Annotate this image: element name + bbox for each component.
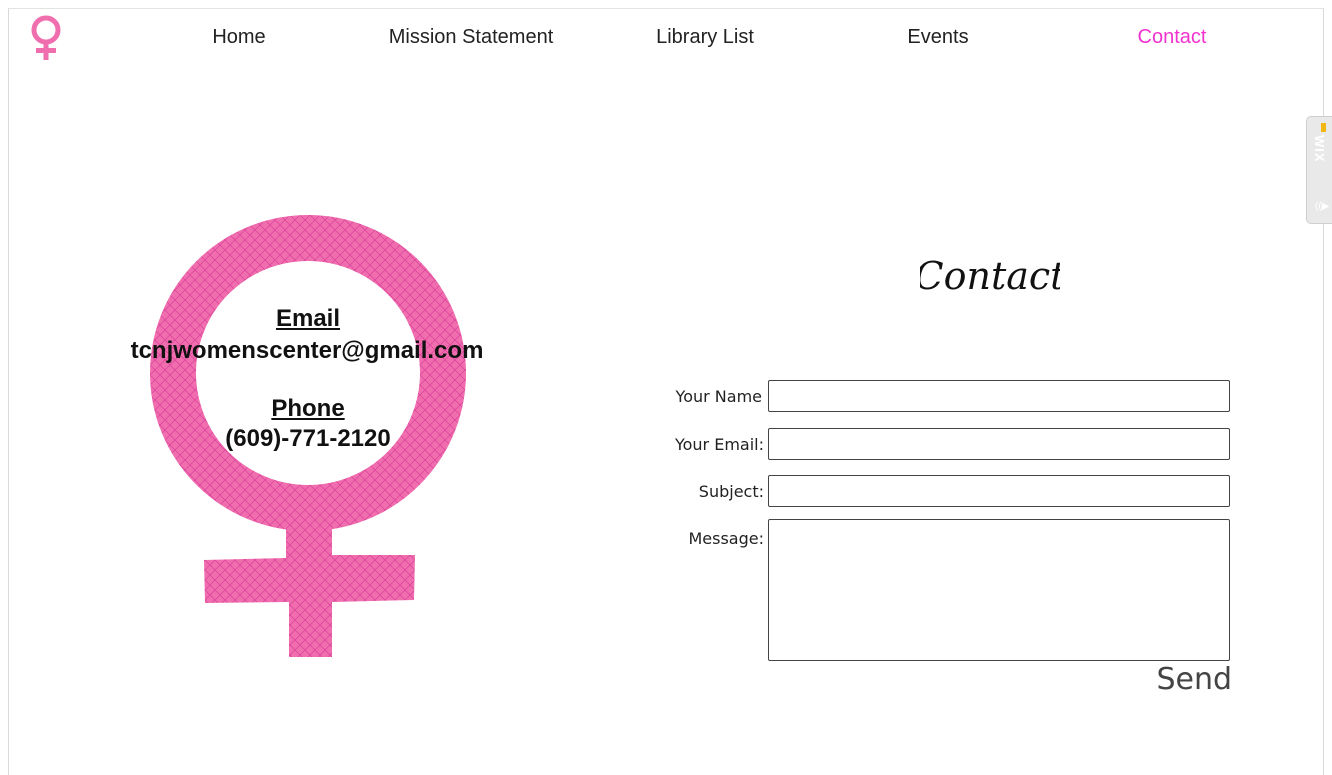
- name-label: Your Name: [675, 387, 762, 406]
- phone-number: (609)-771-2120: [225, 425, 391, 452]
- email-label: Your Email:: [674, 435, 764, 454]
- venus-logo-icon[interactable]: [26, 12, 66, 62]
- svg-text:Contact: Contact: [920, 254, 1060, 298]
- message-label: Message:: [688, 529, 764, 548]
- message-textarea[interactable]: [768, 519, 1230, 661]
- contact-heading: Contact: [920, 254, 1060, 298]
- nav-item-mission-statement[interactable]: Mission Statement: [389, 26, 554, 49]
- nav-item-library-list[interactable]: Library List: [656, 26, 754, 49]
- email-address[interactable]: tcnjwomenscenter@gmail.com: [112, 337, 502, 365]
- wix-badge-dot: [1321, 123, 1326, 132]
- wix-badge[interactable]: WIX ((▶: [1306, 116, 1332, 224]
- email-input[interactable]: [768, 428, 1230, 460]
- subject-label: Subject:: [698, 482, 764, 501]
- nav-item-events[interactable]: Events: [907, 26, 968, 49]
- nav-item-contact[interactable]: Contact: [1138, 26, 1207, 49]
- email-heading: Email: [275, 305, 341, 332]
- subject-input[interactable]: [768, 475, 1230, 507]
- phone-heading: Phone: [271, 395, 345, 422]
- name-input[interactable]: [768, 380, 1230, 412]
- play-icon: ((▶: [1315, 201, 1330, 212]
- send-button[interactable]: Send: [1140, 662, 1232, 697]
- nav-item-home[interactable]: Home: [212, 26, 265, 49]
- wix-badge-label: WIX: [1312, 135, 1327, 163]
